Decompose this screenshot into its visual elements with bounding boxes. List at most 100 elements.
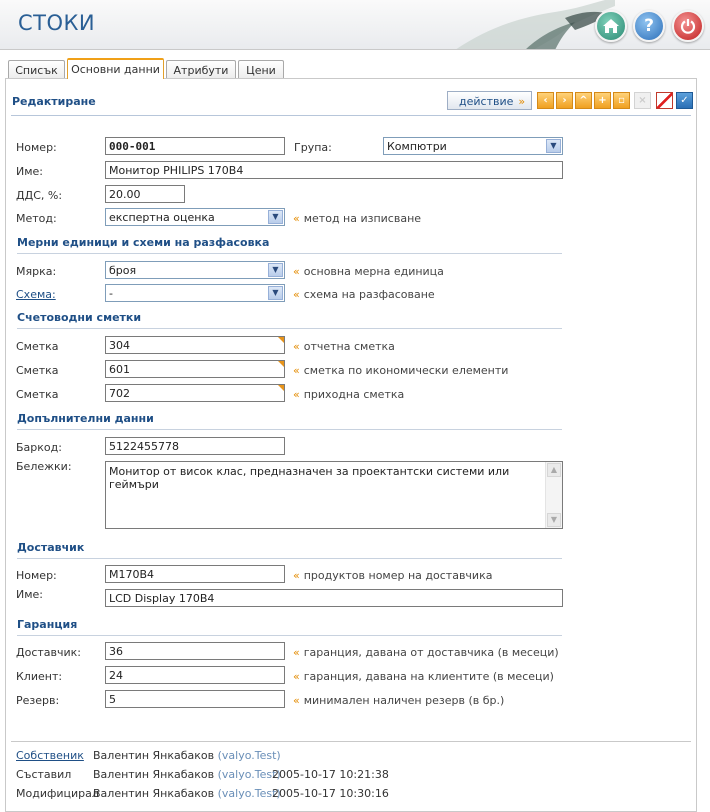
- warranty-supplier-field[interactable]: 36: [105, 642, 285, 660]
- created-value: Валентин Янкабаков (valyo.Test): [93, 768, 281, 781]
- copy-icon[interactable]: ▫: [613, 92, 630, 109]
- account-label: Сметка: [16, 388, 59, 401]
- measure-select[interactable]: броя ▼: [105, 261, 285, 279]
- corner-marker-icon: [278, 337, 284, 343]
- account-hint-text: отчетна сметка: [303, 340, 395, 353]
- account-field[interactable]: 304: [105, 336, 285, 354]
- tab-list[interactable]: Списък: [8, 60, 65, 79]
- warranty-supplier-label: Доставчик:: [16, 646, 82, 659]
- owner-username: (valyo.Test): [217, 749, 281, 762]
- group-select-value: Компютри: [387, 140, 447, 153]
- supplier-name-field[interactable]: LCD Display 170B4: [105, 589, 563, 607]
- account-label: Сметка: [16, 364, 59, 377]
- measure-label: Мярка:: [16, 265, 57, 278]
- reserve-field[interactable]: 5: [105, 690, 285, 708]
- tab-basic-data[interactable]: Основни данни: [67, 58, 164, 79]
- save-check-icon[interactable]: ✓: [676, 92, 693, 109]
- units-section-title: Мерни единици и схеми на разфасовка: [17, 236, 270, 249]
- divider: [11, 115, 691, 116]
- warranty-client-field[interactable]: 24: [105, 666, 285, 684]
- home-icon[interactable]: [595, 10, 627, 42]
- name-field[interactable]: Монитор PHILIPS 170B4: [105, 161, 563, 179]
- tab-prices[interactable]: Цени: [238, 60, 284, 79]
- account-field-value: 304: [109, 339, 130, 352]
- modified-label: Модифицирал: [16, 787, 99, 800]
- scroll-up-icon[interactable]: ▲: [547, 463, 561, 477]
- extra-section-title: Допълнителни данни: [17, 412, 154, 425]
- double-chevron-icon: »: [518, 95, 526, 108]
- chevron-down-icon[interactable]: ▼: [268, 286, 283, 300]
- group-select[interactable]: Компютри ▼: [383, 137, 563, 155]
- created-date: 2005-10-17 10:21:38: [272, 768, 389, 781]
- scheme-select-value: -: [109, 287, 113, 300]
- supplier-number-hint-text: продуктов номер на доставчика: [303, 569, 493, 582]
- supplier-name-label: Име:: [16, 588, 44, 601]
- app-header: СТОКИ ?: [0, 0, 710, 50]
- warranty-client-label: Клиент:: [16, 670, 63, 683]
- warranty-section-title: Гаранция: [17, 618, 78, 631]
- supplier-number-hint: «продуктов номер на доставчика: [293, 569, 492, 582]
- divider: [17, 328, 562, 329]
- method-label: Метод:: [16, 212, 57, 225]
- hint-arrow-icon: «: [293, 265, 300, 278]
- owner-value: Валентин Янкабаков (valyo.Test): [93, 749, 281, 762]
- group-label: Група:: [294, 141, 332, 154]
- chevron-down-icon[interactable]: ▼: [268, 263, 283, 277]
- method-select-value: експертна оценка: [109, 211, 215, 224]
- scroll-down-icon[interactable]: ▼: [547, 513, 561, 527]
- supplier-number-field[interactable]: M170B4: [105, 565, 285, 583]
- chevron-down-icon[interactable]: ▼: [546, 139, 561, 153]
- delete-icon[interactable]: ×: [634, 92, 651, 109]
- action-button-label: действие: [459, 95, 514, 108]
- notes-scrollbar[interactable]: ▲ ▼: [545, 462, 562, 528]
- up-arrow-icon[interactable]: ^: [575, 92, 592, 109]
- warranty-client-hint: «гаранция, давана на клиентите (в месеци…: [293, 670, 554, 683]
- reserve-hint-text: минимален наличен резерв (в бр.): [303, 694, 505, 707]
- hint-arrow-icon: «: [293, 694, 300, 707]
- account-hint: «сметка по икономически елементи: [293, 364, 508, 377]
- next-arrow-icon[interactable]: ›: [556, 92, 573, 109]
- modified-name: Валентин Янкабаков: [93, 787, 215, 800]
- owner-name: Валентин Янкабаков: [93, 749, 215, 762]
- account-hint-text: приходна сметка: [303, 388, 405, 401]
- chevron-down-icon[interactable]: ▼: [268, 210, 283, 224]
- add-icon[interactable]: +: [594, 92, 611, 109]
- action-button[interactable]: действие »: [447, 91, 532, 110]
- measure-hint: «основна мерна единица: [293, 265, 444, 278]
- notes-text: Монитор от висок клас, предназначен за п…: [109, 465, 510, 491]
- prev-arrow-icon[interactable]: ‹: [537, 92, 554, 109]
- notes-label: Бележки:: [16, 460, 72, 473]
- account-field-value: 702: [109, 387, 130, 400]
- supplier-section-title: Доставчик: [17, 541, 85, 554]
- vat-label: ДДС, %:: [16, 189, 63, 202]
- scheme-hint: «схема на разфасоване: [293, 288, 435, 301]
- method-select[interactable]: експертна оценка ▼: [105, 208, 285, 226]
- vat-field[interactable]: 20.00: [105, 185, 185, 203]
- notes-textarea[interactable]: Монитор от висок клас, предназначен за п…: [105, 461, 563, 529]
- measure-hint-text: основна мерна единица: [303, 265, 444, 278]
- hint-arrow-icon: «: [293, 340, 300, 353]
- scheme-select[interactable]: - ▼: [105, 284, 285, 302]
- scheme-link[interactable]: Схема:: [16, 288, 56, 301]
- power-icon[interactable]: [672, 10, 704, 42]
- cancel-icon[interactable]: [656, 92, 673, 109]
- account-field-value: 601: [109, 363, 130, 376]
- barcode-field[interactable]: 5122455778: [105, 437, 285, 455]
- scheme-hint-text: схема на разфасоване: [303, 288, 435, 301]
- help-icon[interactable]: ?: [633, 10, 665, 42]
- account-hint-text: сметка по икономически елементи: [303, 364, 509, 377]
- warranty-supplier-hint-text: гаранция, давана от доставчика (в месеци…: [303, 646, 559, 659]
- divider: [17, 253, 562, 254]
- hint-arrow-icon: «: [293, 364, 300, 377]
- tab-attributes[interactable]: Атрибути: [166, 60, 236, 79]
- warranty-supplier-hint: «гаранция, давана от доставчика (в месец…: [293, 646, 559, 659]
- account-field[interactable]: 601: [105, 360, 285, 378]
- account-field[interactable]: 702: [105, 384, 285, 402]
- created-name: Валентин Янкабаков: [93, 768, 215, 781]
- accounts-section-title: Счетоводни сметки: [17, 311, 142, 324]
- divider: [17, 635, 562, 636]
- number-field[interactable]: 000-001: [105, 137, 285, 155]
- reserve-label: Резерв:: [16, 694, 60, 707]
- method-hint-text: метод на изписване: [303, 212, 422, 225]
- owner-link[interactable]: Собственик: [16, 749, 84, 762]
